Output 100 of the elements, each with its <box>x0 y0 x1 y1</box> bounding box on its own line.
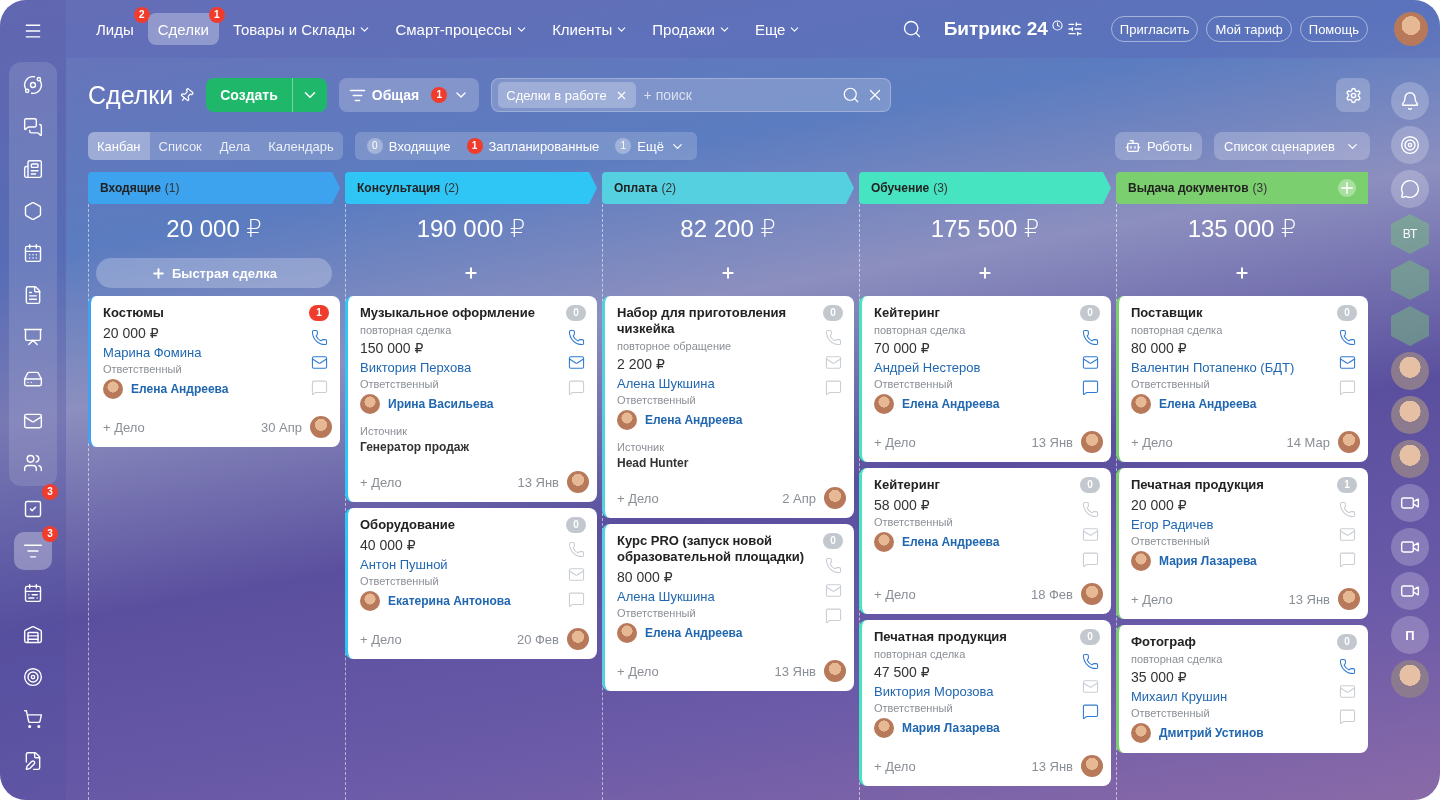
deal-card[interactable]: Поставщик повторная сделка 80 000 ₽ Валентин Потапенко (БДТ) Ответственный Елена Андреева 0 + Дело 14 Мар <box>1116 296 1368 462</box>
responsible-link[interactable]: Екатерина Антонова <box>388 594 511 608</box>
responsible-link[interactable]: Елена Андреева <box>645 413 743 427</box>
notifications-button[interactable] <box>1391 82 1429 120</box>
client-link[interactable]: Михаил Крушин <box>1131 687 1328 706</box>
add-task-link[interactable]: + Дело <box>617 663 659 679</box>
contact-button[interactable]: П <box>1391 616 1429 654</box>
stage-count: (2) <box>661 181 677 195</box>
video-call-button[interactable] <box>1391 528 1429 566</box>
phone-icon[interactable] <box>1338 329 1356 346</box>
deal-card[interactable]: Печатная продукция 20 000 ₽ Егор Радичев Ответственный Мария Лазарева 1 + Дело 13 Янв <box>1116 468 1368 619</box>
deal-card[interactable]: Набор для приготовления чизкейка повторное обращение 2 200 ₽ Алена Шукшина Ответственный Елена Андреева Источник Head Hunter 0 + Дело 2 Апр <box>602 296 854 518</box>
search-icon[interactable] <box>901 19 922 39</box>
stage-header[interactable]: Выдача документов (3) <box>1116 172 1368 204</box>
avatar[interactable] <box>1391 660 1429 698</box>
mail-icon[interactable] <box>1081 354 1099 371</box>
responsible-label: Ответственный <box>103 362 183 377</box>
avatar <box>1081 755 1103 777</box>
nav-tab[interactable]: Товары и Склады <box>222 13 382 45</box>
responsible-link[interactable]: Елена Андреева <box>645 626 743 640</box>
deal-card[interactable]: Фотограф повторная сделка 35 000 ₽ Михаил Крушин Ответственный Дмитрий Устинов 0 <box>1116 625 1368 753</box>
deal-card[interactable]: Печатная продукция повторная сделка 47 500 ₽ Виктория Морозова Ответственный Мария Лазарева 0 + Дело 13 Янв <box>859 620 1111 786</box>
add-task-link[interactable]: + Дело <box>874 586 916 602</box>
comment-icon[interactable] <box>1081 379 1099 396</box>
settings-button[interactable] <box>1336 78 1370 112</box>
responsible-link[interactable]: Мария Лазарева <box>1159 554 1257 568</box>
deal-title: Курс PRO (запуск новой образовательной площадки) <box>617 533 805 565</box>
settings-icon[interactable] <box>1066 21 1083 37</box>
client-link[interactable]: Андрей Нестеров <box>874 358 1071 377</box>
stage-header[interactable]: Обучение (3) <box>859 172 1111 204</box>
deal-card[interactable]: Музыкальное оформление повторная сделка 150 000 ₽ Виктория Перхова Ответственный Ирина Васильева Источник Генератор продаж 0 + Дело 13 Янв <box>345 296 597 502</box>
add-task-link[interactable]: + Дело <box>1131 434 1173 450</box>
add-task-link[interactable]: + Дело <box>874 758 916 774</box>
nav-tab[interactable]: Клиенты <box>542 13 639 45</box>
mail-icon[interactable] <box>310 354 328 371</box>
chat-button[interactable] <box>1391 170 1429 208</box>
add-task-link[interactable]: + Дело <box>360 474 402 490</box>
avatar[interactable] <box>1391 352 1429 390</box>
stage-header[interactable]: Оплата (2) <box>602 172 854 204</box>
client-link[interactable]: Валентин Потапенко (БДТ) <box>1131 358 1328 377</box>
user-avatar[interactable] <box>1394 12 1428 46</box>
responsible-link[interactable]: Дмитрий Устинов <box>1159 726 1264 740</box>
stage-header[interactable]: Консультация (2) <box>345 172 597 204</box>
avatar[interactable] <box>1391 396 1429 434</box>
calendar-list-icon <box>23 583 43 603</box>
avatar[interactable] <box>1391 440 1429 478</box>
avatar <box>874 394 894 414</box>
nav-tab[interactable]: Смарт-процессы <box>385 13 539 45</box>
responsible-link[interactable]: Мария Лазарева <box>902 721 1000 735</box>
deal-card[interactable]: Курс PRO (запуск новой образовательной площадки) 80 000 ₽ Алена Шукшина Ответственный Елена Андреева 0 + Дело 13 Янв <box>602 524 854 691</box>
deal-subtitle: повторное обращение <box>617 339 733 354</box>
add-task-link[interactable]: + Дело <box>874 434 916 450</box>
responsible-link[interactable]: Елена Андреева <box>902 397 1000 411</box>
target-icon <box>23 667 43 687</box>
video-call-button[interactable] <box>1391 572 1429 610</box>
mail-icon[interactable] <box>1338 354 1356 371</box>
add-task-link[interactable]: + Дело <box>103 419 145 435</box>
phone-icon[interactable] <box>1081 653 1099 670</box>
client-link[interactable]: Егор Радичев <box>1131 515 1328 534</box>
checkbox-icon <box>23 499 43 519</box>
responsible-link[interactable]: Елена Андреева <box>131 382 229 396</box>
nav-tab[interactable]: Продажи <box>642 13 741 45</box>
add-task-link[interactable]: + Дело <box>360 631 402 647</box>
responsible-link[interactable]: Ирина Васильева <box>388 397 494 411</box>
counter-filter[interactable]: 1 Ещё <box>609 138 691 154</box>
client-link[interactable]: Виктория Перхова <box>360 358 557 377</box>
client-link[interactable]: Алена Шукшина <box>617 587 814 606</box>
client-link[interactable]: Виктория Морозова <box>874 682 1071 701</box>
deal-card[interactable]: Костюмы 20 000 ₽ Марина Фомина Ответственный Елена Андреева 1 + Дело 30 Апр <box>88 296 340 447</box>
responsible-link[interactable]: Елена Андреева <box>1159 397 1257 411</box>
add-task-link[interactable]: + Дело <box>617 490 659 506</box>
stage-header[interactable]: Входящие (1) <box>88 172 340 204</box>
phone-icon[interactable] <box>1081 329 1099 346</box>
target-button[interactable] <box>1391 126 1429 164</box>
client-link[interactable]: Алена Шукшина <box>617 374 814 393</box>
deal-card[interactable]: Оборудование 40 000 ₽ Антон Пушной Ответственный Екатерина Антонова 0 + Дело 20 Фев <box>345 508 597 659</box>
category-selector[interactable]: Общая 1 <box>338 78 480 112</box>
source-value: Генератор продаж <box>360 439 471 456</box>
add-task-link[interactable]: + Дело <box>1131 591 1173 607</box>
avatar <box>874 532 894 552</box>
counter-filter[interactable]: 1 Запланированные <box>460 138 606 154</box>
video-call-button[interactable] <box>1391 484 1429 522</box>
phone-icon[interactable] <box>1338 658 1356 675</box>
deal-card[interactable]: Кейтеринг повторная сделка 70 000 ₽ Андрей Нестеров Ответственный Елена Андреева 0 + Дело 13 Янв <box>859 296 1111 462</box>
comment-icon[interactable] <box>1081 703 1099 720</box>
notification-badge: 3 <box>42 526 58 542</box>
avatar <box>617 623 637 643</box>
client-link[interactable]: Марина Фомина <box>103 343 300 362</box>
page-title: Сделки <box>88 80 174 110</box>
counter-filter[interactable]: 0 Входящие <box>360 138 457 154</box>
search-icon[interactable] <box>842 86 861 104</box>
phone-icon[interactable] <box>567 329 585 346</box>
deal-title: Оборудование <box>360 517 457 533</box>
nav-tab[interactable]: Еще <box>744 13 812 45</box>
responsible-link[interactable]: Елена Андреева <box>902 535 1000 549</box>
phone-icon[interactable] <box>310 329 328 346</box>
group-button[interactable]: ВТ <box>1391 214 1429 254</box>
deal-card[interactable]: Кейтеринг 58 000 ₽ Ответственный Елена Андреева 0 + Дело 18 Фев <box>859 468 1111 614</box>
client-link[interactable]: Антон Пушной <box>360 555 557 574</box>
mail-icon[interactable] <box>567 354 585 371</box>
